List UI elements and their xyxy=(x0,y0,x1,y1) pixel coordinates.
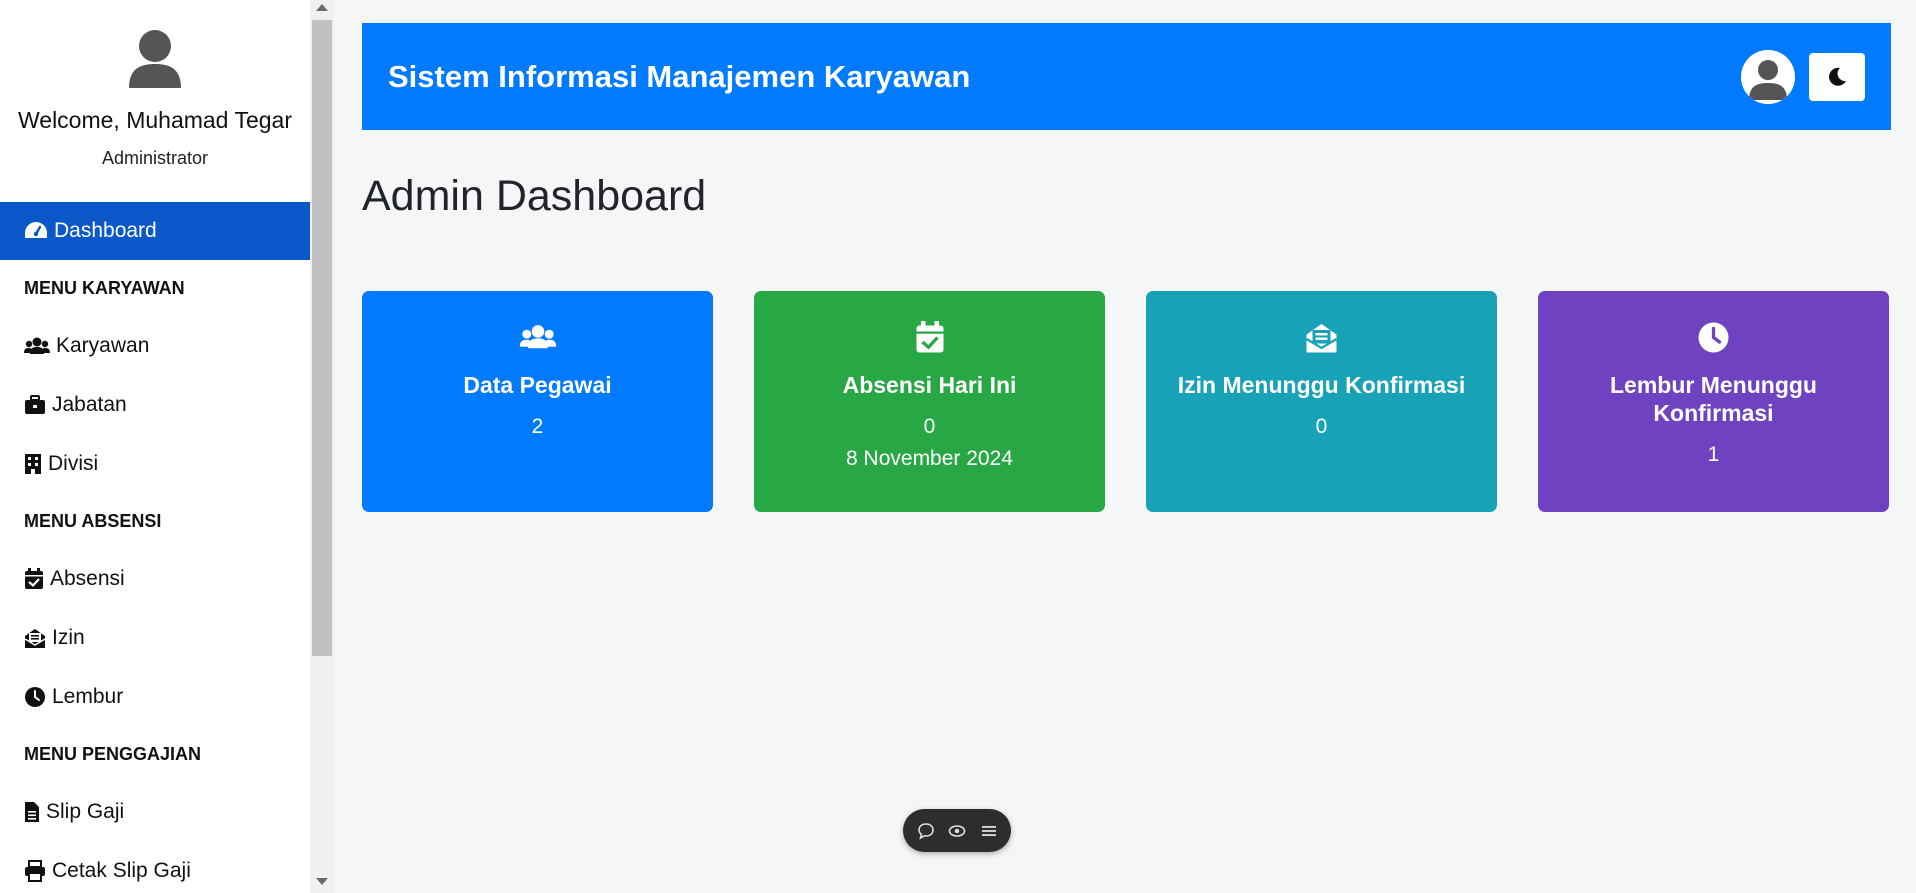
sidebar-item-label: Slip Gaji xyxy=(46,799,125,823)
user-avatar-button[interactable] xyxy=(1741,49,1795,104)
sidebar-item-label: Cetak Slip Gaji xyxy=(52,858,191,882)
menu-icon[interactable] xyxy=(980,822,998,840)
page-title: Admin Dashboard xyxy=(362,172,707,220)
sidebar-item-dashboard[interactable]: Dashboard xyxy=(0,202,310,260)
sidebar-item-label: Karyawan xyxy=(56,333,150,357)
sidebar-item-label: Divisi xyxy=(48,451,99,475)
sidebar-item-divisi[interactable]: Divisi xyxy=(0,434,310,493)
user-avatar-icon xyxy=(127,26,183,88)
sidebar-item-label: Absensi xyxy=(50,566,125,590)
envelope-open-icon xyxy=(24,628,46,648)
users-icon xyxy=(519,325,556,349)
users-icon xyxy=(24,337,50,354)
profile-block: Welcome, Muhamad Tegar Administrator xyxy=(0,0,310,202)
sidebar-item-jabatan[interactable]: Jabatan xyxy=(0,375,310,434)
sidebar-item-label: Jabatan xyxy=(52,392,127,416)
clock-icon xyxy=(1698,322,1729,352)
building-icon xyxy=(25,453,41,474)
top-header: Sistem Informasi Manajemen Karyawan xyxy=(362,23,1891,130)
sidebar-item-izin[interactable]: Izin xyxy=(0,608,310,667)
card-lembur-menunggu[interactable]: Lembur Menunggu Konfirmasi 1 xyxy=(1538,291,1889,512)
card-title: Izin Menunggu Konfirmasi xyxy=(1177,372,1466,398)
card-value: 0 xyxy=(1315,415,1328,438)
card-title: Absensi Hari Ini xyxy=(842,372,1017,398)
app-title: Sistem Informasi Manajemen Karyawan xyxy=(388,58,971,94)
scroll-down-arrow-icon[interactable] xyxy=(316,878,328,885)
moon-icon xyxy=(1829,67,1846,86)
sidebar-item-absensi[interactable]: Absensi xyxy=(0,549,310,608)
sidebar-item-lembur[interactable]: Lembur xyxy=(0,667,310,726)
sidebar-item-label: Izin xyxy=(52,625,85,649)
clock-icon xyxy=(25,686,45,707)
header-actions xyxy=(1741,49,1865,104)
card-value: 1 xyxy=(1707,443,1720,466)
section-menu-absensi: MENU ABSENSI xyxy=(24,511,162,531)
scroll-up-arrow-icon[interactable] xyxy=(316,4,328,11)
sidebar-item-label: Dashboard xyxy=(54,219,157,242)
sidebar-item-karyawan[interactable]: Karyawan xyxy=(0,316,310,375)
comment-icon[interactable] xyxy=(917,822,935,840)
theme-toggle-button[interactable] xyxy=(1809,52,1865,101)
calendar-check-icon xyxy=(25,567,43,589)
calendar-check-icon xyxy=(916,320,943,352)
card-data-pegawai[interactable]: Data Pegawai 2 xyxy=(362,291,713,512)
sidebar-item-label: Lembur xyxy=(52,684,124,708)
card-izin-menunggu[interactable]: Izin Menunggu Konfirmasi 0 xyxy=(1146,291,1497,512)
card-title: Lembur Menunggu Konfirmasi xyxy=(1610,372,1817,426)
card-value: 2 xyxy=(531,415,544,438)
section-menu-penggajian: MENU PENGGAJIAN xyxy=(24,744,202,764)
card-value: 0 xyxy=(923,415,936,438)
card-date: 8 November 2024 xyxy=(846,447,1013,470)
envelope-open-icon xyxy=(1305,323,1338,352)
floating-toolbar xyxy=(903,809,1011,852)
sidebar-item-slip-gaji[interactable]: Slip Gaji xyxy=(0,782,310,841)
dashboard-gauge-icon xyxy=(25,222,47,238)
user-role: Administrator xyxy=(101,148,209,168)
scroll-thumb[interactable] xyxy=(312,20,332,656)
card-title: Data Pegawai xyxy=(463,372,612,398)
user-avatar-icon xyxy=(1741,49,1795,104)
sidebar-scrollbar[interactable] xyxy=(310,0,334,893)
sidebar: Welcome, Muhamad Tegar Administrator Das… xyxy=(0,0,310,893)
briefcase-icon xyxy=(25,394,45,414)
section-menu-karyawan: MENU KARYAWAN xyxy=(24,278,185,298)
file-icon xyxy=(25,801,39,822)
sidebar-item-cetak-slip-gaji[interactable]: Cetak Slip Gaji xyxy=(0,841,310,893)
print-icon xyxy=(25,859,45,882)
card-absensi-hari-ini[interactable]: Absensi Hari Ini 0 8 November 2024 xyxy=(754,291,1105,512)
welcome-text: Welcome, Muhamad Tegar xyxy=(17,107,292,133)
eye-icon[interactable] xyxy=(948,822,966,840)
